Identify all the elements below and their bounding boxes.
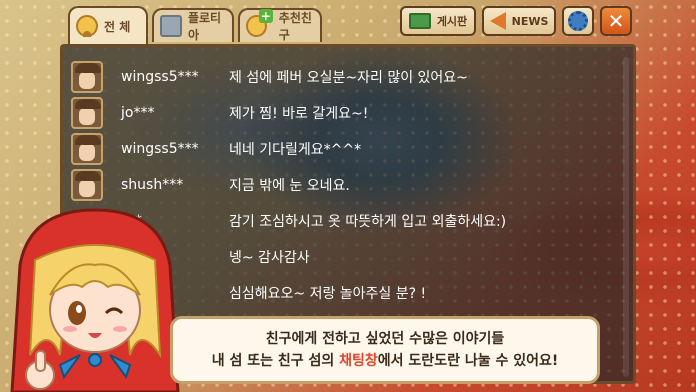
message-user[interactable]: wingss5*** [121, 141, 229, 157]
board-icon [408, 13, 431, 29]
mascot-character [10, 208, 180, 392]
bubble-highlight: 채팅창 [339, 353, 378, 369]
close-button[interactable]: ✕ [600, 6, 632, 36]
tab-all-label: 전 체 [104, 19, 131, 34]
news-label: NEWS [511, 14, 549, 28]
tab-recommended-label: 추천친구 [278, 11, 312, 42]
board-button[interactable]: 게시판 [400, 6, 476, 36]
add-friend-icon: + [246, 9, 273, 37]
avatar[interactable] [71, 133, 103, 165]
board-label: 게시판 [436, 15, 468, 28]
tab-recommended-friends[interactable]: + 추천친구 [238, 8, 322, 42]
settings-button[interactable] [562, 6, 594, 36]
avatar[interactable] [71, 61, 103, 93]
message-text: 제 섬에 페버 오실분~자리 많이 있어요~ [229, 70, 468, 86]
message-text: 지금 밖에 눈 오네요. [229, 178, 350, 194]
list-item: jo*** 제가 찜! 바로 갈게요~! [71, 95, 625, 131]
message-text: 감기 조심하시고 옷 따뜻하게 입고 외출하세요:) [229, 214, 507, 230]
message-user[interactable]: wingss5*** [121, 69, 229, 85]
bubble-line-2-post: 에서 도란도란 나눌 수 있어요! [377, 353, 559, 369]
list-item: wingss5*** 네네 기다릴게요*^^* [71, 131, 625, 167]
smiley-avatar-icon [76, 15, 98, 37]
avatar[interactable] [71, 97, 103, 129]
gear-icon [568, 11, 588, 31]
tab-all[interactable]: 전 체 [68, 6, 148, 44]
message-text: 넹~ 감사감사 [229, 250, 310, 266]
person-card-icon [160, 15, 182, 37]
message-user[interactable]: jo*** [121, 105, 229, 121]
bubble-line-2: 내 섬 또는 친구 섬의 채팅창에서 도란도란 나눌 수 있어요! [212, 350, 559, 372]
tab-flotia[interactable]: 플로티아 [152, 8, 234, 42]
bubble-line-2-pre: 내 섬 또는 친구 섬의 [211, 353, 340, 369]
scrollbar-track[interactable] [623, 57, 629, 377]
list-item: wingss5*** 제 섬에 페버 오실분~자리 많이 있어요~ [71, 59, 625, 95]
tab-flotia-label: 플로티아 [187, 11, 222, 42]
megaphone-icon [489, 12, 506, 30]
close-icon: ✕ [607, 9, 625, 33]
tutorial-speech-bubble: 친구에게 전하고 싶었던 수많은 이야기들 내 섬 또는 친구 섬의 채팅창에서… [170, 316, 600, 384]
message-text: 제가 찜! 바로 갈게요~! [229, 106, 369, 122]
top-bar: 전 체 플로티아 + 추천친구 게시판 NEWS ✕ [0, 0, 696, 46]
message-user[interactable]: shush*** [121, 177, 229, 193]
message-text: 네네 기다릴게요*^^* [229, 142, 362, 158]
message-text: 심심해요오~ 저랑 놀아주실 분? ! [229, 286, 427, 302]
avatar[interactable] [71, 169, 103, 201]
bubble-line-1: 친구에게 전하고 싶었던 수많은 이야기들 [265, 331, 505, 347]
news-button[interactable]: NEWS [482, 6, 556, 36]
list-item: shush*** 지금 밖에 눈 오네요. [71, 167, 625, 203]
